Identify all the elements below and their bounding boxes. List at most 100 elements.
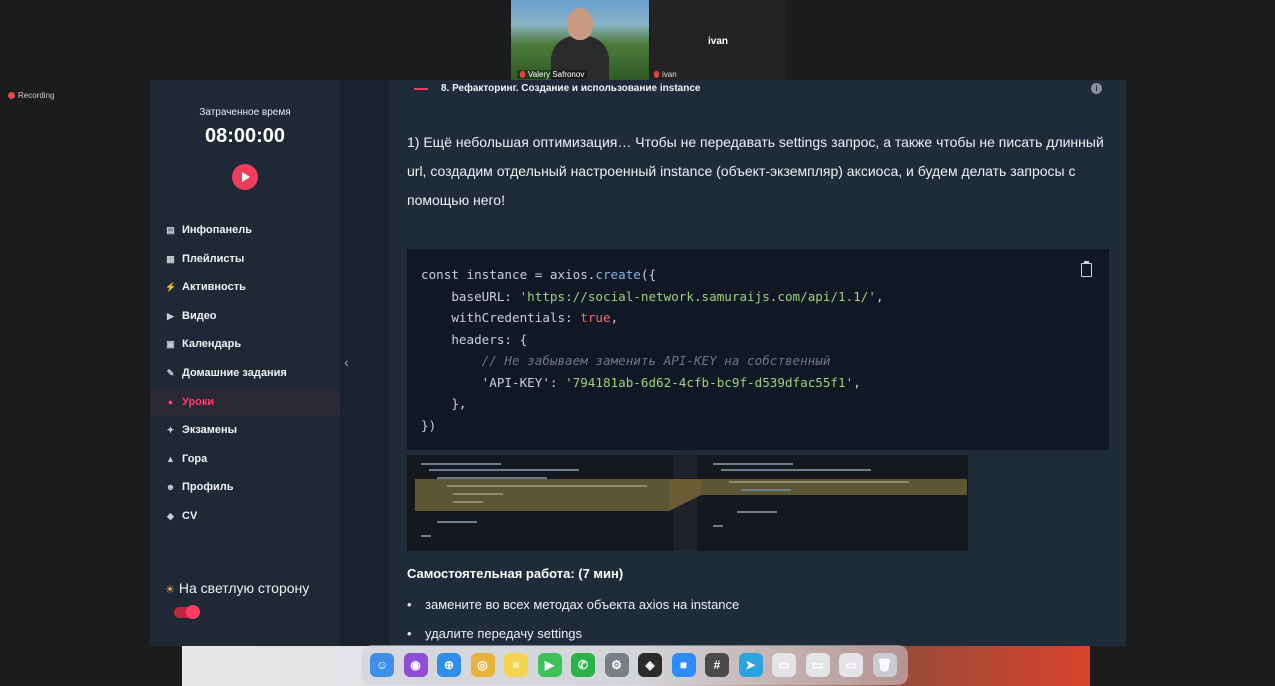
- timer-label: Затраченное время: [199, 107, 291, 118]
- sidebar-item-label: Домашние задания: [182, 367, 287, 379]
- mic-muted-icon: [654, 71, 659, 79]
- homework-icon: ✎: [166, 368, 175, 378]
- mountain-icon: ▲: [166, 453, 175, 464]
- code-text: const instance = axios.create({ baseURL:…: [421, 264, 884, 436]
- presenter-head: [567, 8, 593, 40]
- sidebar-item-exams[interactable]: ✦ Экзамены: [150, 417, 340, 443]
- info-icon[interactable]: i: [1091, 83, 1102, 94]
- code-line-6: 'API-KEY': '794181ab-6d62-4cfb-bc9f-d539…: [421, 374, 861, 390]
- diff-line: [421, 535, 431, 537]
- code-block: const instance = axios.create({ baseURL:…: [407, 249, 1109, 450]
- dashboard-icon: ▤: [166, 225, 175, 235]
- theme-switch-label: ☀ На светлую сторону: [165, 580, 309, 596]
- participant-video-tile[interactable]: ivan ivan: [650, 0, 786, 80]
- theme-label-text: На светлую сторону: [178, 580, 310, 596]
- code-diff-screenshot: [407, 455, 968, 551]
- sidebar-item-cv[interactable]: ◆ CV: [150, 503, 340, 529]
- participant-name-label: ivan: [654, 70, 677, 79]
- presenter-video-tile[interactable]: Valery Safronov: [511, 0, 649, 80]
- task-title: Самостоятельная работа: (7 мин): [407, 566, 624, 581]
- sidebar-item-calendar[interactable]: ▣ Календарь: [150, 331, 340, 357]
- calculator-icon[interactable]: #: [705, 653, 729, 677]
- recording-label: Recording: [18, 91, 55, 100]
- timer-play-button[interactable]: [232, 164, 258, 190]
- timer-value: 08:00:00: [204, 125, 286, 147]
- sidebar-collapse-column: ‹: [340, 80, 390, 646]
- diff-line: [453, 493, 503, 495]
- cv-icon: ◆: [167, 511, 174, 521]
- diff-line: [447, 485, 647, 487]
- chevron-left-icon[interactable]: ‹: [344, 354, 349, 370]
- safari-icon[interactable]: ⊕: [437, 653, 461, 677]
- system-settings-icon[interactable]: ⚙: [604, 653, 629, 677]
- diff-line: [437, 477, 547, 479]
- sidebar-item-label: CV: [182, 510, 198, 522]
- sidebar-item-activity[interactable]: ⚡ Активность: [150, 274, 340, 300]
- sidebar-item-label: Календарь: [182, 338, 242, 351]
- sidebar-item-label: Уроки: [182, 395, 215, 408]
- code-line-3: withCredentials: true,: [421, 310, 619, 325]
- diff-line: [721, 469, 871, 471]
- lesson-content: 8. Рефакторинг. Создание и использование…: [390, 80, 1126, 646]
- bullet-icon: •: [407, 597, 412, 612]
- code-line-1: const instance = axios.create({: [421, 267, 657, 282]
- copy-icon[interactable]: [1081, 261, 1092, 277]
- diff-line: [713, 525, 723, 527]
- exams-icon: ✦: [166, 425, 175, 436]
- participant-name-center: ivan: [707, 36, 728, 47]
- mic-muted-icon: [520, 71, 525, 79]
- facetime-icon[interactable]: ▶: [537, 653, 562, 677]
- screenshot-thumb-3-icon[interactable]: ▭: [839, 653, 863, 677]
- code-line-4: headers: {: [421, 331, 528, 347]
- code-line-8: }): [421, 417, 437, 433]
- telegram-icon[interactable]: ➤: [738, 653, 763, 677]
- sidebar-item-homework[interactable]: ✎ Домашние задания: [150, 360, 340, 386]
- task-text: удалите передачу settings: [425, 626, 583, 641]
- finder-icon[interactable]: ☺: [370, 653, 394, 677]
- activity-icon: ⚡: [165, 282, 177, 293]
- video-icon: ▶: [167, 310, 174, 321]
- zoom-icon[interactable]: ■: [671, 653, 696, 677]
- sidebar-item-label: Видео: [182, 309, 217, 322]
- siri-icon[interactable]: ◉: [403, 653, 428, 677]
- screenshot-thumb-1-icon[interactable]: ▭: [772, 653, 796, 677]
- figma-icon[interactable]: ◈: [638, 653, 662, 677]
- record-icon: [8, 92, 15, 100]
- participant-name-small: ivan: [662, 70, 677, 79]
- diff-line: [713, 463, 793, 465]
- sidebar: Затраченное время 08:00:00 ☀ На светлую с…: [150, 80, 340, 646]
- whatsapp-icon[interactable]: ✆: [571, 653, 595, 677]
- playlist-icon: ▦: [166, 253, 175, 264]
- notes-icon[interactable]: ≡: [504, 653, 528, 677]
- chrome-icon[interactable]: ◎: [470, 653, 495, 677]
- sidebar-item-playlist[interactable]: ▦ Плейлисты: [150, 246, 340, 272]
- diff-line: [737, 511, 777, 513]
- code-line-7: },: [421, 396, 467, 411]
- sidebar-item-label: Плейлисты: [182, 252, 245, 265]
- lesson-marker: [414, 88, 428, 90]
- sidebar-item-lessons[interactable]: ● Уроки: [150, 388, 340, 415]
- sun-icon: ☀: [165, 584, 175, 596]
- sidebar-item-mountain[interactable]: ▲ Гора: [150, 446, 340, 472]
- presenter-name: Valery Safronov: [528, 70, 585, 79]
- code-line-5: // Не забываем заменить API-KEY на собст…: [421, 353, 831, 368]
- theme-toggle[interactable]: [174, 605, 200, 619]
- sidebar-item-label: Инфопанель: [182, 224, 253, 236]
- screenshot-thumb-2-icon[interactable]: ▭: [805, 653, 830, 677]
- trash-icon[interactable]: 🗑: [872, 653, 897, 677]
- sidebar-item-video[interactable]: ▶ Видео: [150, 303, 340, 329]
- diff-line: [453, 501, 483, 503]
- dock: ☺ ◉ ⊕ ◎ ≡ ▶ ✆ ⚙ ◈ ■ # ➤ ▭ ▭ ▭ 🗑: [362, 645, 908, 685]
- sidebar-item-profile[interactable]: ☻ Профиль: [150, 474, 340, 500]
- recording-indicator: Recording: [8, 91, 54, 100]
- diff-line: [729, 481, 909, 483]
- sidebar-item-dashboard[interactable]: ▤ Инфопанель: [150, 217, 340, 243]
- calendar-icon: ▣: [166, 339, 175, 350]
- diff-line: [421, 463, 501, 465]
- task-text: замените во всех методах объекта axios н…: [425, 597, 740, 612]
- lessons-icon: ●: [167, 396, 174, 407]
- diff-left-highlight: [415, 479, 669, 511]
- diff-line: [437, 521, 477, 523]
- lesson-title: 8. Рефакторинг. Создание и использование…: [441, 83, 701, 94]
- code-line-2: baseURL: 'https://social-network.samurai…: [421, 288, 884, 304]
